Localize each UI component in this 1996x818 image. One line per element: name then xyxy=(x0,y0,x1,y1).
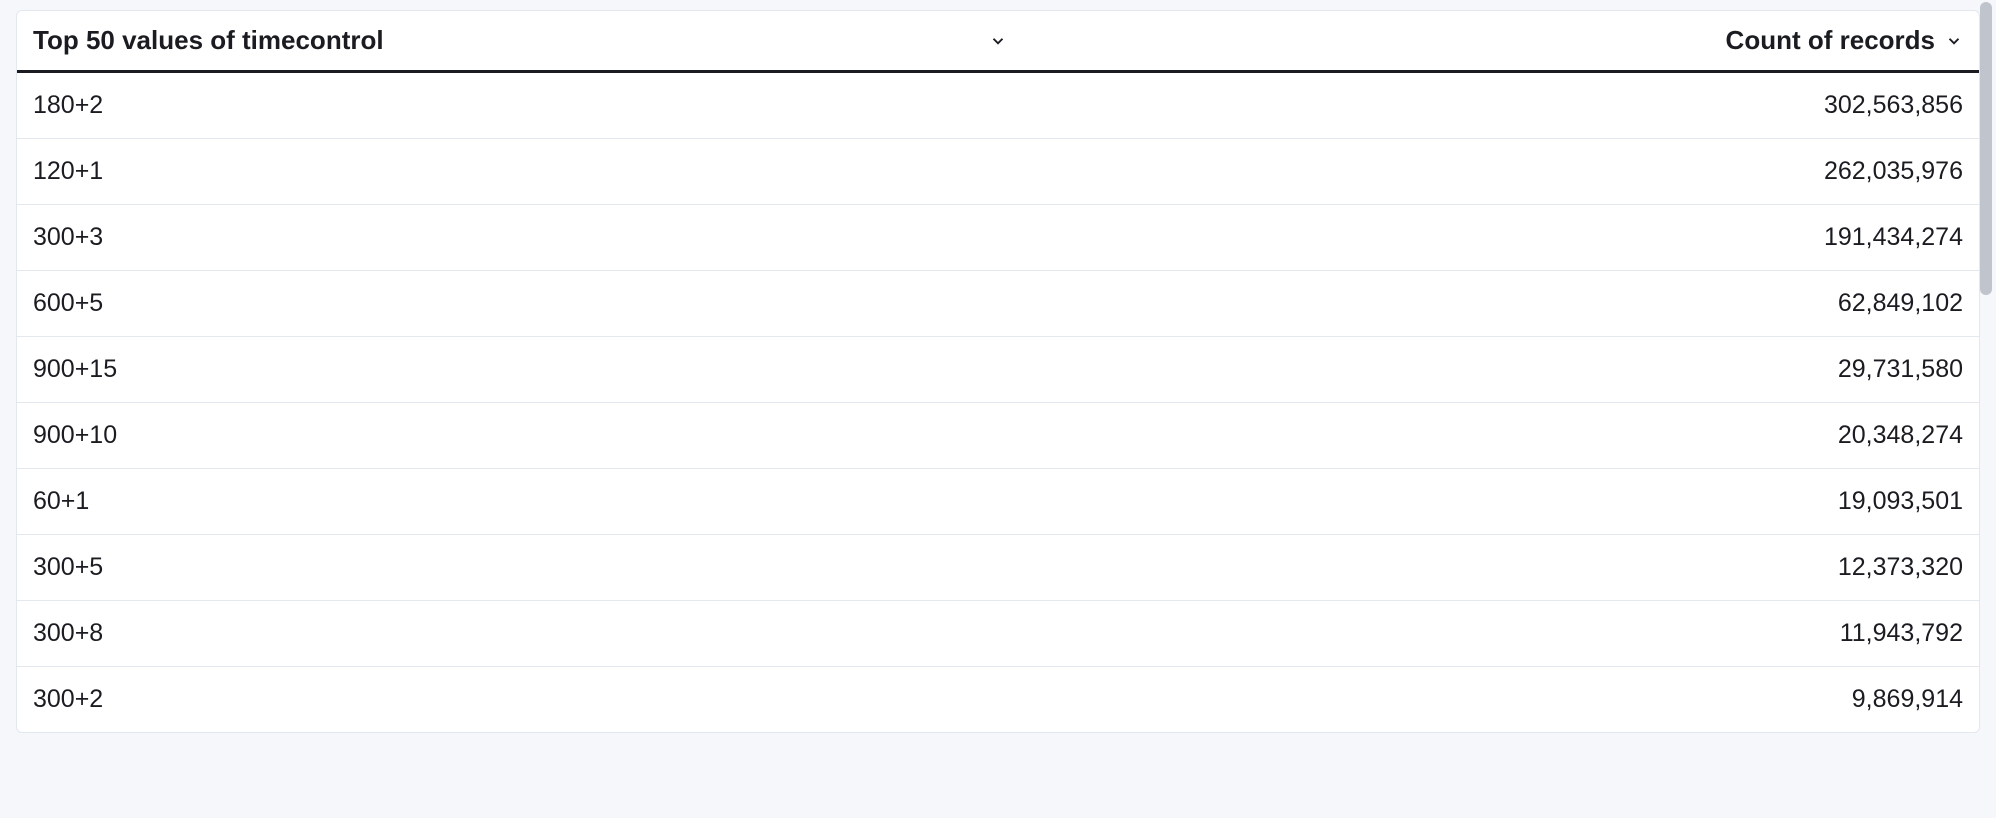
table-row[interactable]: 180+2302,563,856 xyxy=(17,73,1979,139)
cell-timecontrol-value: 900+10 xyxy=(33,421,1838,450)
scrollbar-thumb[interactable] xyxy=(1980,2,1992,295)
table-row[interactable]: 900+1529,731,580 xyxy=(17,337,1979,403)
table-row[interactable]: 120+1262,035,976 xyxy=(17,139,1979,205)
table-row[interactable]: 60+119,093,501 xyxy=(17,469,1979,535)
cell-timecontrol-value: 60+1 xyxy=(33,487,1838,516)
header-left-cell[interactable]: Top 50 values of timecontrol xyxy=(33,25,1726,56)
cell-count-value: 191,434,274 xyxy=(1824,223,1963,252)
cell-timecontrol-value: 300+3 xyxy=(33,223,1824,252)
cell-timecontrol-value: 180+2 xyxy=(33,91,1824,120)
scrollbar-track[interactable] xyxy=(1978,2,1994,816)
header-right-cell[interactable]: Count of records xyxy=(1726,25,1963,56)
table-body: 180+2302,563,856120+1262,035,976300+3191… xyxy=(17,73,1979,732)
cell-count-value: 262,035,976 xyxy=(1824,157,1963,186)
cell-timecontrol-value: 300+8 xyxy=(33,619,1840,648)
header-sort-toggle[interactable] xyxy=(989,32,1007,50)
cell-timecontrol-value: 600+5 xyxy=(33,289,1838,318)
cell-timecontrol-value: 120+1 xyxy=(33,157,1824,186)
cell-count-value: 11,943,792 xyxy=(1840,619,1963,648)
cell-count-value: 62,849,102 xyxy=(1838,289,1963,318)
table-row[interactable]: 600+562,849,102 xyxy=(17,271,1979,337)
table-row[interactable]: 300+29,869,914 xyxy=(17,667,1979,732)
header-left-label: Top 50 values of timecontrol xyxy=(33,25,384,56)
chevron-down-icon xyxy=(989,32,1007,50)
cell-timecontrol-value: 300+5 xyxy=(33,553,1838,582)
cell-count-value: 302,563,856 xyxy=(1824,91,1963,120)
cell-timecontrol-value: 300+2 xyxy=(33,685,1852,714)
cell-count-value: 9,869,914 xyxy=(1852,685,1963,714)
table-row[interactable]: 300+512,373,320 xyxy=(17,535,1979,601)
header-right-label: Count of records xyxy=(1726,25,1935,56)
chevron-down-icon xyxy=(1945,32,1963,50)
cell-count-value: 29,731,580 xyxy=(1838,355,1963,384)
table-header-row: Top 50 values of timecontrol Count of re… xyxy=(17,11,1979,73)
table-row[interactable]: 900+1020,348,274 xyxy=(17,403,1979,469)
cell-count-value: 20,348,274 xyxy=(1838,421,1963,450)
cell-count-value: 19,093,501 xyxy=(1838,487,1963,516)
cell-timecontrol-value: 900+15 xyxy=(33,355,1838,384)
data-table: Top 50 values of timecontrol Count of re… xyxy=(16,10,1980,733)
cell-count-value: 12,373,320 xyxy=(1838,553,1963,582)
table-row[interactable]: 300+811,943,792 xyxy=(17,601,1979,667)
table-row[interactable]: 300+3191,434,274 xyxy=(17,205,1979,271)
